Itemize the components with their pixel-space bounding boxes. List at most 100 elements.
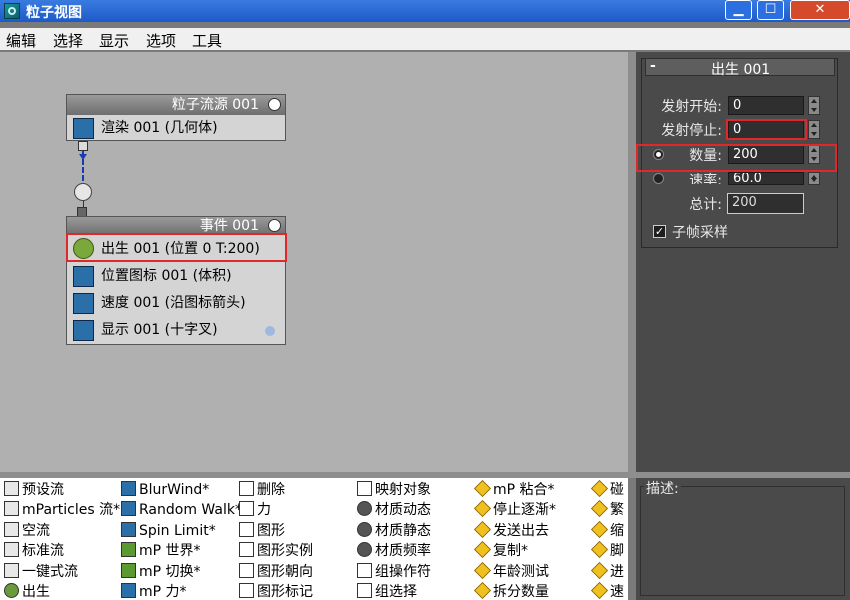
rate-label: 速率: xyxy=(689,173,722,184)
vertical-splitter[interactable] xyxy=(628,52,636,472)
depot-item-shape[interactable]: 图形 xyxy=(239,521,285,541)
wind-icon xyxy=(121,481,136,496)
position-icon-operator-label: 位置图标 001 (体积) xyxy=(101,268,232,284)
emit-stop-highlight xyxy=(726,119,807,140)
arrow-icon xyxy=(79,154,87,160)
lightbulb-icon[interactable] xyxy=(268,219,281,232)
display-color-swatch[interactable] xyxy=(265,326,275,336)
rollout-title: 出生 001 xyxy=(711,62,771,78)
display-operator-label: 显示 001 (十字叉) xyxy=(101,322,218,338)
input-connector[interactable] xyxy=(74,183,92,201)
depot-item-copy[interactable]: 复制* xyxy=(474,541,528,561)
description-label: 描述: xyxy=(644,478,681,498)
depot-item-birth[interactable]: 出生 xyxy=(4,582,50,600)
close-button[interactable]: ✕ xyxy=(790,0,850,20)
depot-item-send-out[interactable]: 发送出去 xyxy=(474,521,549,541)
depot-item-one-click-flow[interactable]: 一键式流 xyxy=(4,562,78,582)
depot-item-stop-gradually[interactable]: 停止逐渐* xyxy=(474,500,556,520)
menu-tools[interactable]: 工具 xyxy=(192,30,222,51)
event-node-title: 事件 001 xyxy=(199,218,259,234)
collapse-icon[interactable]: - xyxy=(650,58,656,74)
depot-item-speed[interactable]: 速 xyxy=(591,582,624,600)
menu-display[interactable]: 显示 xyxy=(99,30,129,51)
speed-operator-row[interactable]: 速度 001 (沿图标箭头) xyxy=(67,290,285,317)
speed-operator-label: 速度 001 (沿图标箭头) xyxy=(101,295,246,311)
description-box xyxy=(640,486,845,596)
emit-stop-label: 发射停止: xyxy=(661,123,722,139)
shape-instance-icon xyxy=(239,542,254,557)
depot-item-delete[interactable]: 删除 xyxy=(239,480,285,500)
depot-item-spawn[interactable]: 繁 xyxy=(591,500,624,520)
menu-select[interactable]: 选择 xyxy=(53,30,83,51)
subframe-label: 子帧采样 xyxy=(672,225,728,241)
depot-item-material-dynamic[interactable]: 材质动态 xyxy=(357,500,431,520)
menu-edit[interactable]: 编辑 xyxy=(6,30,36,51)
test-diamond-icon xyxy=(474,521,491,538)
depot-item-split-amount[interactable]: 拆分数量 xyxy=(474,582,549,600)
depot-item-advance[interactable]: 进 xyxy=(591,562,624,582)
depot-item-force[interactable]: 力 xyxy=(239,500,271,520)
depot-item-shape-facing[interactable]: 图形朝向 xyxy=(239,562,313,582)
emit-stop-spinner[interactable] xyxy=(808,120,820,139)
shape-icon xyxy=(239,522,254,537)
force-icon xyxy=(239,501,254,516)
test-diamond-icon xyxy=(474,582,491,599)
emit-start-spinner[interactable] xyxy=(808,96,820,115)
menu-options[interactable]: 选项 xyxy=(146,30,176,51)
group-icon xyxy=(357,563,372,578)
depot-item-group-select[interactable]: 组选择 xyxy=(357,582,417,600)
depot-item-collision[interactable]: 碰 xyxy=(591,480,624,500)
material-icon xyxy=(357,522,372,537)
position-icon-icon xyxy=(73,266,94,287)
depot-item-mp-glue[interactable]: mP 粘合* xyxy=(474,480,555,500)
operator-depot: 预设流 mParticles 流* 空流 标准流 一键式流 出生 BlurWin… xyxy=(0,478,628,600)
depot-item-standard-flow[interactable]: 标准流 xyxy=(4,541,64,561)
birth-icon xyxy=(4,583,19,598)
depot-item-empty-flow[interactable]: 空流 xyxy=(4,521,50,541)
depot-item-age-test[interactable]: 年龄测试 xyxy=(474,562,549,582)
depot-item-script[interactable]: 脚 xyxy=(591,541,624,561)
depot-item-mp-switch[interactable]: mP 切换* xyxy=(121,562,201,582)
mapping-icon xyxy=(357,481,372,496)
script-icon xyxy=(591,541,608,558)
output-socket[interactable] xyxy=(78,141,88,151)
depot-item-material-frequency[interactable]: 材质频率 xyxy=(357,541,431,561)
depot-item-material-static[interactable]: 材质静态 xyxy=(357,521,431,541)
particle-source-node[interactable]: 粒子流源 001 渲染 001 (几何体) xyxy=(66,94,286,141)
position-icon-operator-row[interactable]: 位置图标 001 (体积) xyxy=(67,263,285,290)
rate-spinner[interactable] xyxy=(808,172,820,185)
test-diamond-icon xyxy=(591,562,608,579)
depot-item-random-walk[interactable]: Random Walk* xyxy=(121,500,242,520)
depot-item-shape-mark[interactable]: 图形标记 xyxy=(239,582,313,600)
test-diamond-icon xyxy=(474,541,491,558)
depot-item-scale[interactable]: 缩 xyxy=(591,521,624,541)
depot-item-spin-limit[interactable]: Spin Limit* xyxy=(121,521,216,541)
rate-radio[interactable] xyxy=(653,173,664,184)
menu-bar: 编辑 选择 显示 选项 工具 xyxy=(0,28,850,50)
flow-icon xyxy=(4,481,19,496)
subframe-checkbox[interactable]: ✓ xyxy=(653,225,666,238)
emit-start-field[interactable]: 0 xyxy=(728,96,804,115)
depot-item-group-operator[interactable]: 组操作符 xyxy=(357,562,431,582)
depot-item-blurwind[interactable]: BlurWind* xyxy=(121,480,209,500)
flow-icon xyxy=(4,563,19,578)
display-operator-row[interactable]: 显示 001 (十字叉) xyxy=(67,317,285,344)
minimize-button[interactable]: ▁ xyxy=(725,0,752,20)
lightbulb-icon[interactable] xyxy=(268,98,281,111)
depot-item-mparticles-flow[interactable]: mParticles 流* xyxy=(4,500,120,520)
depot-item-shape-instance[interactable]: 图形实例 xyxy=(239,541,313,561)
group-select-icon xyxy=(357,583,372,598)
test-diamond-icon xyxy=(474,480,491,497)
source-node-header[interactable]: 粒子流源 001 xyxy=(67,95,285,115)
depot-item-mp-force[interactable]: mP 力* xyxy=(121,582,187,600)
depot-item-mapping-object[interactable]: 映射对象 xyxy=(357,480,431,500)
depot-item-preset-flow[interactable]: 预设流 xyxy=(4,480,64,500)
random-walk-icon xyxy=(121,501,136,516)
birth-rollout-header[interactable]: - 出生 001 xyxy=(645,58,835,78)
test-diamond-icon xyxy=(591,500,608,517)
render-operator-row[interactable]: 渲染 001 (几何体) xyxy=(67,115,285,142)
maximize-button[interactable]: ☐ xyxy=(757,0,784,20)
rate-field[interactable]: 60.0 xyxy=(728,172,804,185)
depot-item-mp-world[interactable]: mP 世界* xyxy=(121,541,201,561)
material-icon xyxy=(357,501,372,516)
